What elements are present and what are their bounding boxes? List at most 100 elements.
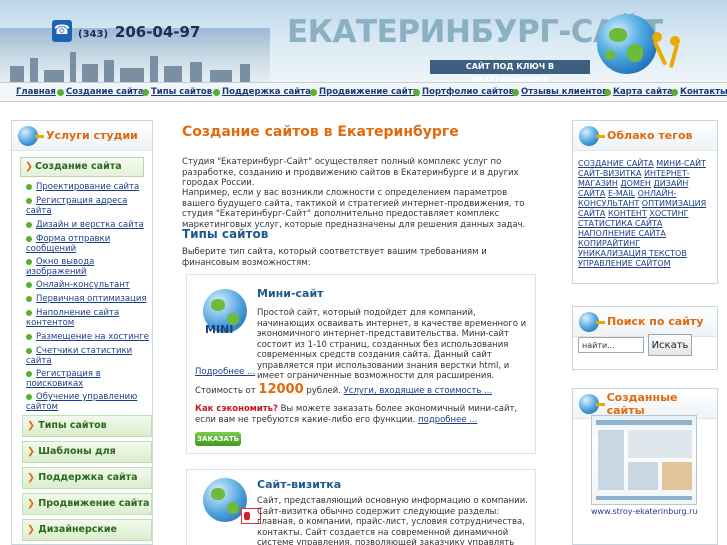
keys-icon <box>646 28 688 72</box>
tag-link[interactable]: Наполнение сайта <box>578 229 666 238</box>
sidebar-item-create-site[interactable]: ❯ Создание сайта <box>20 157 144 177</box>
sidebar-item-label: Типы сайтов <box>38 420 107 431</box>
price-value: 12000 <box>258 382 304 397</box>
sidebar-subitem[interactable]: Размещение на хостинге <box>26 332 152 342</box>
tag-link[interactable]: Контент <box>608 209 647 218</box>
sidebar-subitem[interactable]: Первичная оптимизация <box>26 294 152 304</box>
sites-title: Созданные сайты <box>606 390 678 417</box>
subitem-label: Первичная оптимизация <box>36 294 147 304</box>
tag-link[interactable]: Управление сайтом <box>578 259 670 268</box>
subitem-label: Обучение управлению сайтом <box>26 392 138 412</box>
intro-paragraph-2: Например, если у вас возникли сложности … <box>182 188 526 230</box>
tag-link[interactable]: Создание сайта <box>578 159 654 168</box>
tag-link[interactable]: Мини-сайт <box>656 159 706 168</box>
bullet-icon <box>26 221 32 228</box>
card-more-link[interactable]: Подробнее ... <box>195 367 255 378</box>
bullet-icon <box>26 258 32 265</box>
search-header: Поиск по сайту <box>573 307 717 337</box>
sidebar-item-site-types[interactable]: ❯ Типы сайтов <box>22 415 152 437</box>
nav-sitemap[interactable]: Карта сайта <box>613 87 673 97</box>
site-types-heading: Типы сайтов <box>182 227 269 241</box>
sidebar-subitem[interactable]: Дизайн и верстка сайта <box>26 220 152 230</box>
subitem-label: Наполнение сайта контентом <box>26 308 120 328</box>
sidebar-item-promotion[interactable]: ❯ Продвижение сайта <box>22 493 152 515</box>
phone-number: 206-04-97 <box>114 23 201 41</box>
nav-contacts[interactable]: Контакты <box>680 87 727 97</box>
main-content: Создание сайтов в Екатеринбурге Студия "… <box>182 120 540 545</box>
card-text: Простой сайт, который подойдет для компа… <box>257 308 527 381</box>
nav-home[interactable]: Главная <box>16 87 56 97</box>
bullet-icon <box>213 89 220 96</box>
search-title: Поиск по сайту <box>607 315 704 328</box>
page-title: Создание сайтов в Екатеринбурге <box>182 124 459 140</box>
sidebar-item-design[interactable]: ❯ Дизайнерские услуги <box>22 519 152 541</box>
sidebar-subitem[interactable]: Окно вывода изображений <box>26 257 152 277</box>
tag-link[interactable]: Домен <box>620 179 651 188</box>
globe-icon <box>203 478 261 524</box>
bullet-icon <box>413 89 420 96</box>
subitem-label: Форма отправки сообщений <box>26 234 111 254</box>
nav-support[interactable]: Поддержка сайта <box>222 87 311 97</box>
card-text: Сайт, представляющий основную информацию… <box>257 496 528 545</box>
site-types-intro: Выберите тип сайта, который соответствуе… <box>182 247 487 268</box>
sidebar-item-label: Шаблоны для сайтов <box>38 446 116 457</box>
card-price-row: Стоимость от 12000 рублей. Услуги, входя… <box>195 382 535 397</box>
bullet-icon <box>671 89 678 96</box>
subitem-label: Онлайн-консультант <box>36 280 130 290</box>
save-label: Как сэкономить? <box>195 404 278 414</box>
sidebar-subitem[interactable]: Регистрация в поисковиках <box>26 369 152 389</box>
card-description: Простой сайт, который подойдет для компа… <box>257 308 532 382</box>
tag-link[interactable]: Сайт-визитка <box>578 169 641 178</box>
search-button[interactable]: Искать <box>648 334 692 356</box>
subitem-label: Регистрация адреса сайта <box>26 196 128 216</box>
price-unit: рублей. <box>306 386 341 396</box>
search-box: Поиск по сайту Искать <box>572 306 718 370</box>
sidebar-item-label: Создание сайта <box>34 161 122 172</box>
chevron-right-icon: ❯ <box>27 420 39 431</box>
tags-header: Облако тегов <box>573 121 717 151</box>
sidebar-subitem[interactable]: Онлайн-консультант <box>26 280 152 290</box>
sidebar-subitem[interactable]: Регистрация адреса сайта <box>26 196 152 216</box>
sidebar-subitem[interactable]: Наполнение сайта контентом <box>26 308 152 328</box>
tag-link[interactable]: Статистика сайта <box>578 219 662 228</box>
sidebar-subitem[interactable]: Проектирование сайта <box>26 182 152 192</box>
bullet-icon <box>26 197 32 204</box>
more-link[interactable]: Подробнее ... <box>195 367 255 377</box>
tag-link[interactable]: Копирайтинг <box>578 239 640 248</box>
sidebar-item-templates[interactable]: ❯ Шаблоны для сайтов <box>22 441 152 463</box>
nav-portfolio[interactable]: Портфолио сайтов <box>422 87 514 97</box>
tag-link[interactable]: Уникализация текстов <box>578 249 687 258</box>
intro-paragraph: Студия "Екатеринбург-Сайт" осуществляет … <box>182 157 519 188</box>
tag-link[interactable]: E-mail <box>608 189 635 198</box>
nav-site-types[interactable]: Типы сайтов <box>151 87 212 97</box>
subitem-label: Размещение на хостинге <box>36 332 149 342</box>
nav-reviews[interactable]: Отзывы клиентов <box>521 87 608 97</box>
phone-code: (343) <box>78 29 109 40</box>
bullet-icon <box>26 309 32 316</box>
subitem-label: Счетчики статистики сайта <box>26 346 133 366</box>
bullet-icon <box>26 183 32 190</box>
site-thumbnail-image[interactable] <box>591 415 697 505</box>
search-input[interactable] <box>578 337 644 353</box>
sidebar-subitem[interactable]: Обучение управлению сайтом <box>26 392 152 412</box>
nav-create-site[interactable]: Создание сайта <box>66 87 144 97</box>
tags-title: Облако тегов <box>607 129 693 142</box>
subitem-label: Окно вывода изображений <box>26 257 95 277</box>
services-title: Услуги студии <box>46 129 138 142</box>
site-slogan: САЙТ ПОД КЛЮЧ В ЕКАТЕРИНБУРГЕ <box>430 60 590 82</box>
top-navigation: Главная Создание сайта Типы сайтов Подде… <box>0 82 727 102</box>
tag-link[interactable]: Хостинг <box>649 209 688 218</box>
header: ☎ (343) 206-04-97 ЕКАТЕРИНБУРГ-САЙТ САЙТ… <box>0 0 727 82</box>
services-header: Услуги студии <box>12 121 152 151</box>
phone-icon: ☎ <box>52 20 72 42</box>
bullet-icon <box>26 281 32 288</box>
subitem-label: Регистрация в поисковиках <box>26 369 101 389</box>
sidebar-item-support[interactable]: ❯ Поддержка сайта <box>22 467 152 489</box>
sidebar-subitem[interactable]: Форма отправки сообщений <box>26 234 152 254</box>
order-button[interactable]: ЗАКАЗАТЬ <box>195 432 241 446</box>
site-caption-link[interactable]: www.stroy-ekaterinburg.ru <box>591 507 711 516</box>
sidebar-subitem[interactable]: Счетчики статистики сайта <box>26 346 152 366</box>
services-link[interactable]: Услуги, входящие в стоимость ... <box>344 386 493 396</box>
save-more-link[interactable]: подробнее ... <box>418 415 477 425</box>
nav-promotion[interactable]: Продвижение сайта <box>319 87 418 97</box>
